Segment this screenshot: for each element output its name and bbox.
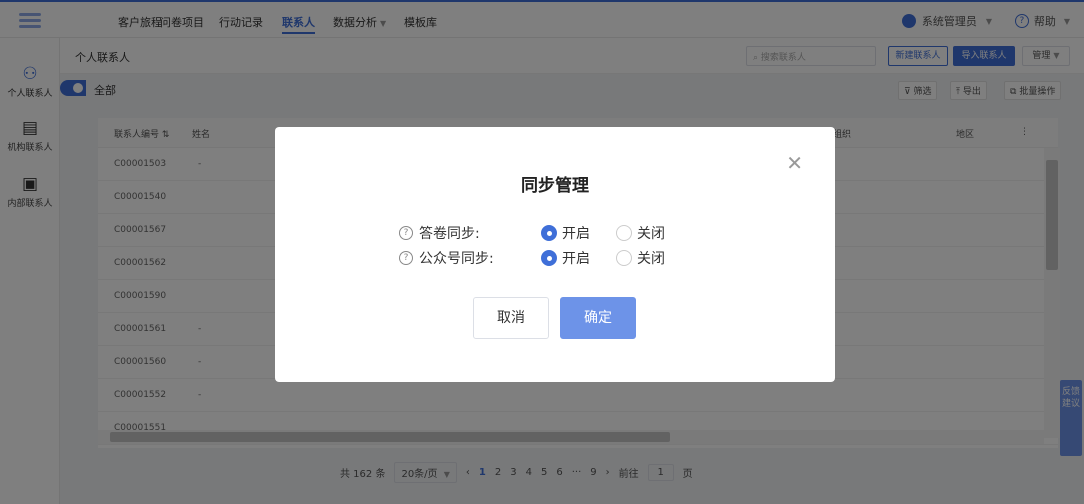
questionnaire-sync-on-radio[interactable]: 开启 [541, 223, 590, 243]
questionnaire-sync-row: ? 答卷同步: 开启 关闭 [399, 223, 691, 243]
sync-management-dialog: ✕ 同步管理 ? 答卷同步: 开启 关闭 ? 公众号同步: 开启 关闭 取消 确… [275, 127, 835, 382]
radio-unchecked-icon [616, 250, 632, 266]
radio-label: 关闭 [637, 226, 665, 242]
question-icon: ? [399, 251, 413, 265]
official-account-sync-on-radio[interactable]: 开启 [541, 248, 590, 268]
questionnaire-sync-off-radio[interactable]: 关闭 [616, 223, 665, 243]
official-account-sync-row: ? 公众号同步: 开启 关闭 [399, 248, 691, 268]
radio-checked-icon [541, 250, 557, 266]
confirm-button[interactable]: 确定 [560, 297, 636, 339]
official-account-sync-off-radio[interactable]: 关闭 [616, 248, 665, 268]
question-icon: ? [399, 226, 413, 240]
questionnaire-sync-label: 答卷同步: [419, 226, 480, 242]
radio-label: 开启 [562, 226, 590, 242]
radio-checked-icon [541, 225, 557, 241]
radio-label: 关闭 [637, 251, 665, 267]
official-account-sync-label: 公众号同步: [419, 251, 494, 267]
dialog-title: 同步管理 [521, 176, 589, 196]
cancel-button[interactable]: 取消 [473, 297, 549, 339]
close-icon[interactable]: ✕ [786, 153, 803, 173]
radio-unchecked-icon [616, 225, 632, 241]
radio-label: 开启 [562, 251, 590, 267]
